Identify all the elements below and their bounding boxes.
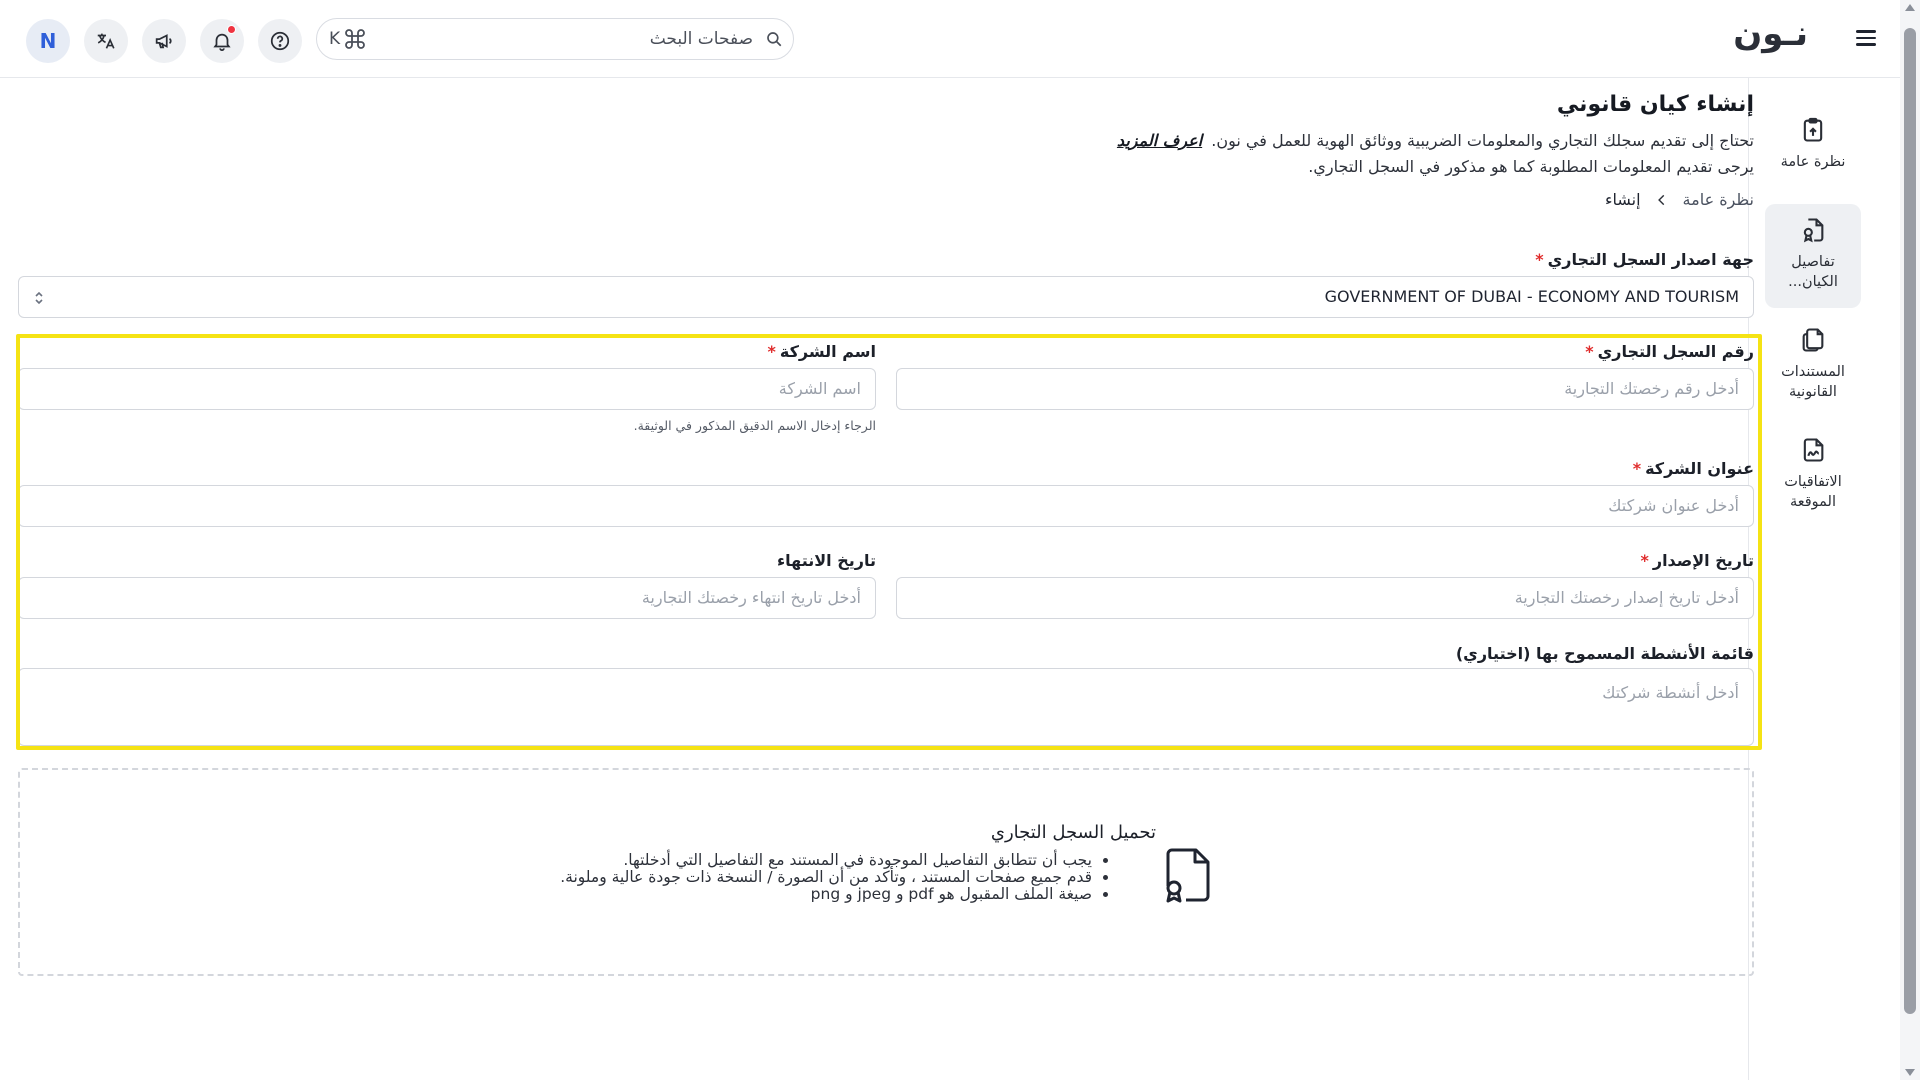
- sidebar-item-label: الاتفاقيات الموقعة: [1784, 474, 1842, 510]
- sidebar-item-entity-details[interactable]: تفاصيل الكيان...: [1765, 204, 1861, 308]
- hamburger-menu-icon[interactable]: [1854, 26, 1878, 50]
- list-item: يجب أن تتطابق التفاصيل الموجودة في المست…: [560, 852, 1092, 869]
- activities-label: قائمة الأنشطة المسموح بها (اختياري): [1455, 644, 1754, 663]
- select-arrows-icon: [35, 291, 43, 305]
- notification-dot: [227, 25, 236, 34]
- required-mark: *: [1632, 459, 1642, 478]
- required-mark: *: [1535, 250, 1544, 269]
- cr-number-input[interactable]: أدخل رقم رخصتك التجارية: [896, 368, 1754, 410]
- file-certificate-icon: [1166, 848, 1210, 903]
- issuer-label: جهة اصدار السجل التجاري*: [1535, 250, 1754, 269]
- sidebar-item-overview[interactable]: نظرة عامة: [1765, 112, 1861, 176]
- issuer-select-value: GOVERNMENT OF DUBAI - ECONOMY AND TOURIS…: [1324, 287, 1739, 306]
- sidebar-item-label: المستندات القانونية: [1781, 364, 1845, 400]
- breadcrumb: نظرة عامة إنشاء: [1605, 190, 1754, 209]
- clipboard-upload-icon: [1803, 117, 1823, 142]
- sidebar-item-label: تفاصيل الكيان...: [1788, 254, 1838, 290]
- upload-dropzone[interactable]: تحميل السجل التجاري يجب أن تتطابق التفاص…: [18, 768, 1754, 976]
- scroll-up-arrow-icon[interactable]: [1905, 4, 1915, 11]
- expiry-date-input[interactable]: أدخل تاريخ انتهاء رخصتك التجارية: [18, 577, 876, 619]
- list-item: صيغة الملف المقبول هو pdf و jpeg و png: [560, 886, 1092, 903]
- help-button[interactable]: [258, 19, 302, 63]
- issuer-select[interactable]: GOVERNMENT OF DUBAI - ECONOMY AND TOURIS…: [18, 276, 1754, 318]
- expiry-date-label: تاريخ الانتهاء: [776, 551, 876, 570]
- sidebar-item-label: نظرة عامة: [1780, 154, 1846, 170]
- announcements-button[interactable]: [142, 19, 186, 63]
- intro-text-secondary: يرجى تقديم المعلومات المطلوبة كما هو مذك…: [1308, 157, 1754, 176]
- scrollbar[interactable]: [1900, 0, 1920, 1080]
- user-avatar[interactable]: N: [26, 19, 70, 63]
- sidebar-item-signed-agreements[interactable]: الاتفاقيات الموقعة: [1765, 432, 1861, 516]
- list-item: قدم جميع صفحات المستند ، وتأكد من أن الص…: [560, 869, 1092, 886]
- notifications-button[interactable]: [200, 19, 244, 63]
- file-signature-icon: [1803, 438, 1824, 462]
- command-key-icon: [345, 29, 366, 49]
- upload-requirements: يجب أن تتطابق التفاصيل الموجودة في المست…: [560, 852, 1112, 903]
- company-address-input[interactable]: أدخل عنوان شركتك: [18, 485, 1754, 527]
- breadcrumb-current: إنشاء: [1604, 190, 1641, 209]
- noon-logo[interactable]: نـون: [1733, 14, 1808, 54]
- activities-textarea[interactable]: أدخل أنشطة شركتك: [18, 668, 1754, 746]
- search-icon: [767, 32, 782, 47]
- language-button[interactable]: [84, 19, 128, 63]
- help-icon: [270, 31, 290, 51]
- file-badge-icon: [1803, 218, 1824, 243]
- company-name-label: اسم الشركة*: [767, 342, 876, 361]
- sidebar-item-legal-documents[interactable]: المستندات القانونية: [1765, 322, 1861, 406]
- breadcrumb-overview[interactable]: نظرة عامة: [1683, 190, 1754, 209]
- top-bar: نـون K صفحات البحث N: [0, 0, 1900, 78]
- chevron-left-icon: [1657, 194, 1664, 205]
- search-bar[interactable]: K صفحات البحث: [316, 18, 794, 60]
- upload-title: تحميل السجل التجاري: [990, 822, 1156, 843]
- cr-number-label: رقم السجل التجاري*: [1585, 342, 1754, 361]
- search-shortcut: K: [329, 27, 368, 51]
- company-address-label: عنوان الشركة*: [1632, 459, 1754, 478]
- required-mark: *: [767, 342, 776, 361]
- learn-more-link[interactable]: اعرف المزيد: [1117, 131, 1202, 150]
- translate-icon: [97, 33, 115, 49]
- copy-documents-icon: [1802, 328, 1824, 352]
- search-placeholder: صفحات البحث: [649, 29, 753, 49]
- sidebar: نظرة عامة تفاصيل الكيان... المستندات الق…: [1748, 78, 1900, 1080]
- scrollbar-thumb[interactable]: [1904, 28, 1916, 1014]
- page-title: إنشاء كيان قانوني: [1556, 92, 1754, 117]
- required-mark: *: [1585, 342, 1594, 361]
- intro-text: تحتاج إلى تقديم سجلك التجاري والمعلومات …: [1211, 131, 1754, 150]
- main-content: إنشاء كيان قانوني تحتاج إلى تقديم سجلك ا…: [16, 78, 1762, 1080]
- required-mark: *: [1640, 551, 1649, 570]
- issue-date-label: تاريخ الإصدار*: [1640, 551, 1754, 570]
- issue-date-input[interactable]: أدخل تاريخ إصدار رخصتك التجارية: [896, 577, 1754, 619]
- company-name-input[interactable]: اسم الشركة: [18, 368, 876, 410]
- scroll-down-arrow-icon[interactable]: [1905, 1069, 1915, 1076]
- megaphone-icon: [155, 34, 172, 49]
- company-name-hint: الرجاء إدخال الاسم الدقيق المذكور في الو…: [633, 418, 876, 433]
- page-intro: تحتاج إلى تقديم سجلك التجاري والمعلومات …: [1117, 128, 1754, 180]
